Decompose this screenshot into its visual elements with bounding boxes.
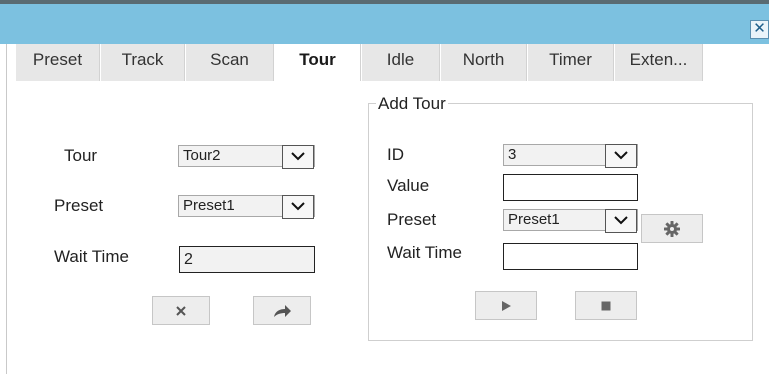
chevron-down-icon bbox=[605, 209, 637, 233]
tab-label: Track bbox=[121, 50, 164, 69]
chevron-down-icon bbox=[605, 144, 637, 168]
tour-select[interactable]: Tour2 bbox=[178, 145, 315, 169]
tab-label: Exten... bbox=[629, 50, 688, 69]
tab-label: Tour bbox=[299, 50, 336, 69]
arrow-right-icon bbox=[274, 304, 291, 317]
tab-label: Preset bbox=[32, 50, 83, 69]
tab-scan[interactable]: Scan bbox=[186, 44, 274, 81]
wait-time-input[interactable]: 2 bbox=[179, 246, 315, 273]
tab-label: Scan bbox=[210, 50, 249, 69]
titlebar-top-strip bbox=[0, 0, 769, 4]
id-select[interactable]: 3 bbox=[503, 144, 638, 168]
window-left-edge bbox=[6, 44, 7, 374]
preset-label: Preset bbox=[54, 196, 104, 215]
delete-button[interactable] bbox=[152, 296, 210, 325]
preset-select-value: Preset1 bbox=[183, 197, 235, 214]
tab-label: North bbox=[462, 50, 505, 69]
chevron-down-icon bbox=[282, 195, 314, 219]
settings-button[interactable] bbox=[641, 214, 703, 243]
tour-select-value: Tour2 bbox=[183, 147, 221, 164]
tab-north[interactable]: North bbox=[441, 44, 527, 81]
tab-label: Timer bbox=[549, 50, 592, 69]
add-preset-select-value: Preset1 bbox=[508, 211, 560, 228]
add-tour-legend: Add Tour bbox=[376, 94, 448, 114]
play-icon bbox=[502, 300, 511, 311]
chevron-down-icon bbox=[282, 145, 314, 169]
tab-track[interactable]: Track bbox=[101, 44, 185, 81]
tab-timer[interactable]: Timer bbox=[528, 44, 614, 81]
value-label: Value bbox=[387, 176, 430, 195]
goto-button[interactable] bbox=[253, 296, 311, 325]
close-button[interactable]: ✕ bbox=[750, 20, 769, 39]
x-icon bbox=[176, 305, 186, 316]
tab-tour[interactable]: Tour bbox=[275, 44, 361, 81]
wait-time-value: 2 bbox=[184, 251, 193, 268]
gear-icon bbox=[664, 220, 680, 237]
play-button[interactable] bbox=[475, 291, 537, 320]
tab-idle[interactable]: Idle bbox=[362, 44, 440, 81]
tab-label: Idle bbox=[386, 50, 415, 69]
id-select-value: 3 bbox=[508, 146, 517, 163]
add-wait-time-label: Wait Time bbox=[387, 243, 462, 262]
stop-button[interactable] bbox=[575, 291, 637, 320]
stop-icon bbox=[601, 301, 611, 310]
dialog-titlebar bbox=[0, 0, 769, 44]
tab-preset[interactable]: Preset bbox=[16, 44, 100, 81]
add-wait-time-input[interactable] bbox=[503, 243, 638, 270]
wait-time-label: Wait Time bbox=[54, 247, 129, 266]
id-label: ID bbox=[387, 145, 404, 164]
tour-label: Tour bbox=[64, 146, 98, 165]
preset-select[interactable]: Preset1 bbox=[178, 195, 315, 219]
close-icon: ✕ bbox=[753, 20, 766, 37]
value-input[interactable] bbox=[503, 174, 638, 201]
add-preset-label: Preset bbox=[387, 210, 437, 229]
add-preset-select[interactable]: Preset1 bbox=[503, 209, 638, 233]
tab-extension[interactable]: Exten... bbox=[615, 44, 703, 81]
